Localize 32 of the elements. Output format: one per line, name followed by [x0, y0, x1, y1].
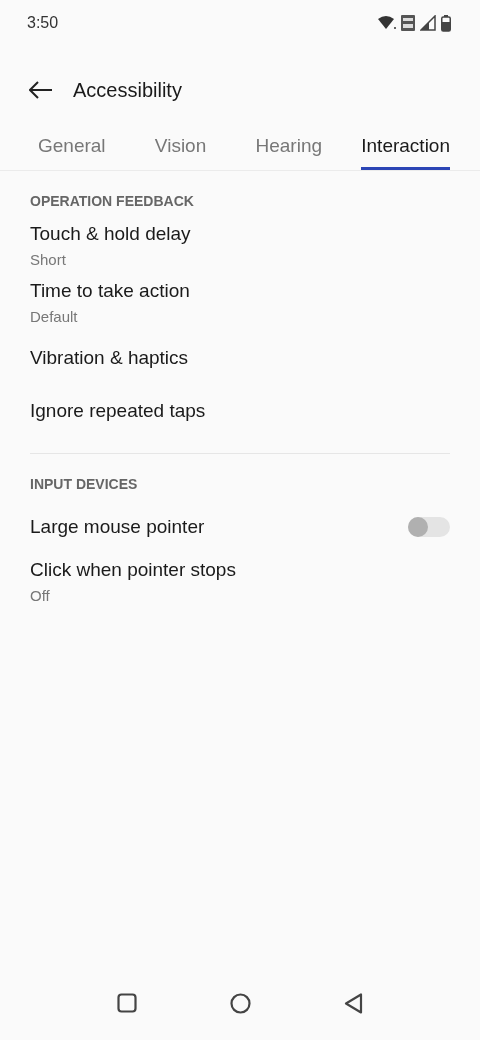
tab[interactable]: Vision: [144, 124, 217, 170]
home-icon[interactable]: [230, 992, 251, 1014]
item-summary: Short: [30, 251, 67, 268]
tab[interactable]: Hearing: [245, 124, 333, 170]
volte-icon: [401, 15, 415, 31]
section-header: OPERATION FEEDBACK: [29, 192, 195, 211]
item-title: Time to take action: [30, 280, 191, 302]
settings-item[interactable]: Time to take action Default: [0, 274, 480, 331]
item-summary: Off: [30, 587, 51, 604]
settings-item[interactable]: Vibration & haptics: [0, 331, 480, 384]
settings-item[interactable]: Ignore repeated taps: [0, 384, 480, 437]
settings-item[interactable]: Click when pointer stops Off: [0, 553, 480, 610]
item-title: Ignore repeated taps: [30, 399, 207, 422]
back-nav-icon[interactable]: [344, 992, 364, 1014]
back-icon[interactable]: [29, 81, 53, 99]
battery-icon: [441, 14, 451, 32]
item-title: Touch & hold delay: [30, 223, 192, 245]
item-title: Click when pointer stops: [30, 559, 237, 581]
item-title: Large mouse pointer: [30, 515, 206, 538]
tab[interactable]: General: [28, 124, 116, 170]
settings-item[interactable]: Touch & hold delay Short: [0, 217, 480, 274]
item-title: Vibration & haptics: [30, 346, 190, 369]
toggle-switch[interactable]: [408, 516, 450, 537]
item-summary: Default: [30, 308, 79, 325]
status-time: 3:50: [27, 14, 59, 32]
section-header: INPUT DEVICES: [29, 475, 139, 494]
wifi-icon: [378, 16, 396, 30]
recents-icon[interactable]: [116, 993, 137, 1013]
settings-item[interactable]: Large mouse pointer: [0, 500, 480, 553]
page-title: Accessibility: [73, 78, 182, 102]
signal-icon: [420, 15, 436, 31]
tab[interactable]: Interaction: [361, 124, 450, 170]
